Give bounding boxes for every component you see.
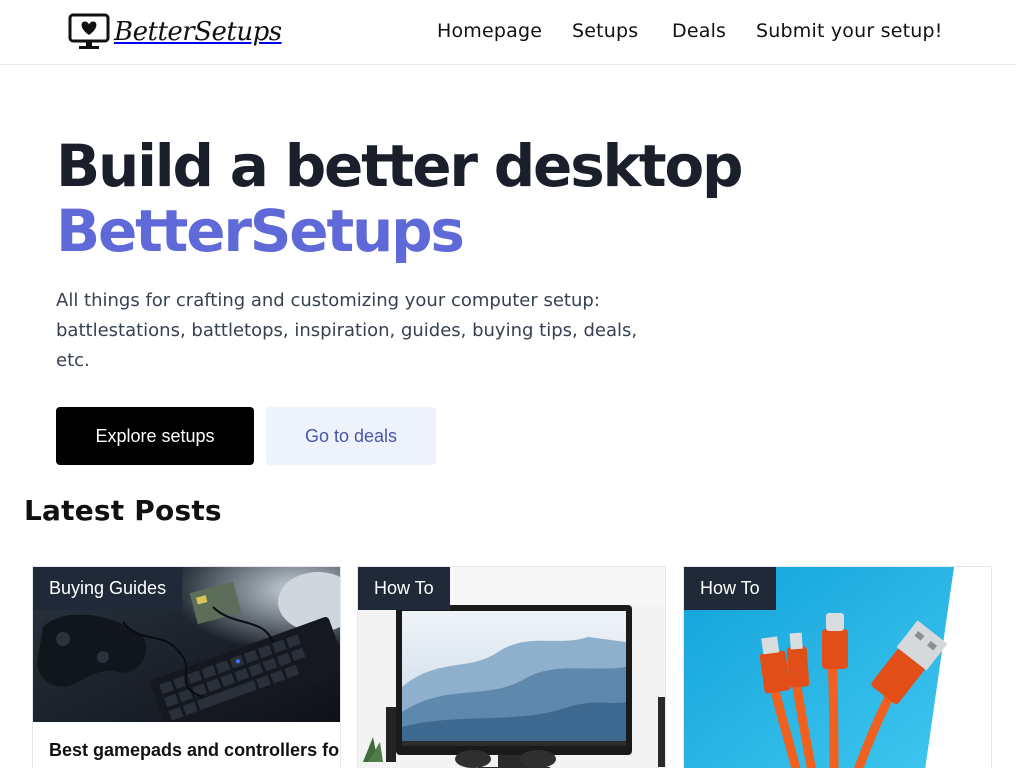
brand-name: BetterSetups [114,17,282,47]
nav-deals[interactable]: Deals [672,20,726,42]
hero-title: Build a better desktop [56,132,744,200]
nav-submit-setup[interactable]: Submit your setup! [756,20,943,42]
go-to-deals-button[interactable]: Go to deals [266,407,436,465]
post-card[interactable]: Buying Guides Best gamepads and controll… [32,566,341,768]
latest-posts-heading: Latest Posts [24,494,222,527]
nav-homepage[interactable]: Homepage [437,20,542,42]
hero-description: All things for crafting and customizing … [56,290,638,371]
nav-setups[interactable]: Setups [572,20,638,42]
hero-brand-text: BetterSetups [56,197,465,265]
post-category-badge: Buying Guides [33,567,183,610]
brand-logo-link[interactable]: BetterSetups [68,12,282,52]
explore-setups-button[interactable]: Explore setups [56,407,254,465]
post-card[interactable]: How To [683,566,992,768]
post-title: Best gamepads and controllers for [49,740,339,760]
site-header: BetterSetups Homepage Setups Deals Submi… [0,0,1016,65]
post-category-badge: How To [358,567,450,610]
heart-monitor-icon [68,13,110,51]
post-card[interactable]: How To [357,566,666,768]
post-category-badge: How To [684,567,776,610]
